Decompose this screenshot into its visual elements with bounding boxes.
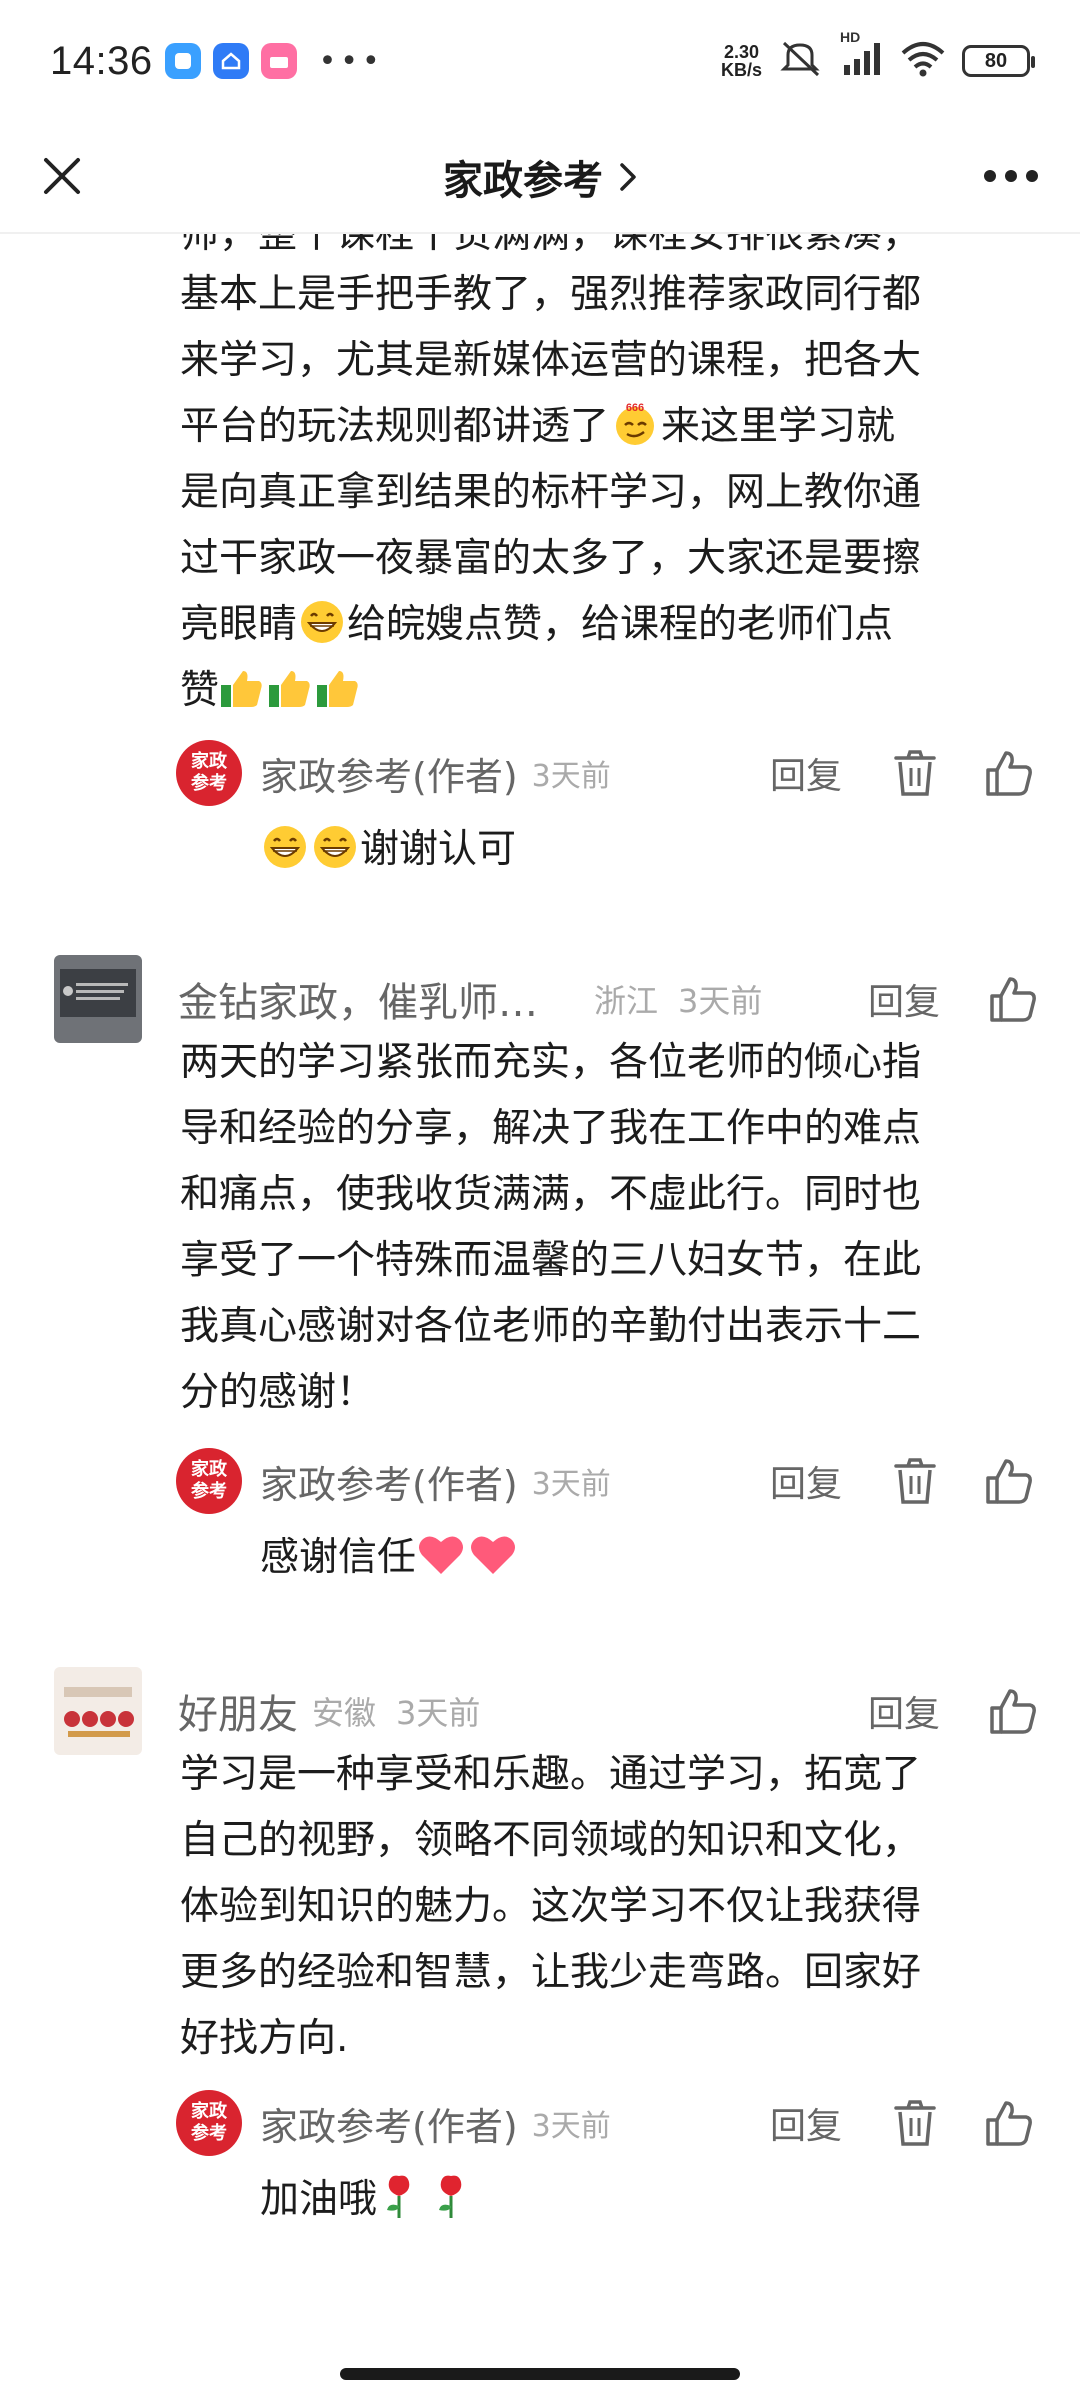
comment-location: 浙江 [594,982,659,1020]
emoji-666-icon: 666 [611,399,659,447]
author-avatar[interactable]: 家政 参考 [176,2090,242,2156]
comment-line: 更多的经验和智慧，让我少走弯路。回家好 [180,1950,922,1995]
comment-line: 导和经验的分享，解决了我在工作中的难点 [180,1106,922,1151]
battery-indicator: 80 [962,45,1035,77]
more-icon [984,170,1038,182]
comment-line: 享受了一个特殊而温馨的三八妇女节，在此 [180,1238,922,1283]
comment-body: 两天的学习紧张而充实，各位老师的倾心指 导和经验的分享，解决了我在工作中的难点 … [180,1030,1040,1426]
reply-author-name[interactable]: 家政参考(作者) [260,2096,518,2151]
comment-line: 是向真正拿到结果的标杆学习，网上教你通 [180,470,922,515]
wifi-icon [900,41,946,81]
reply-button[interactable]: 回复 [770,747,842,799]
thumbs-up-emoji-icon [267,664,313,707]
thumbs-up-emoji-icon [315,664,361,707]
comment-user-name[interactable]: 金钻家政，催乳师… [178,970,538,1028]
top-nav-bar: 家政参考 [0,122,1080,234]
comment-line-cut: 师，整个课程干货满满，课程安排很紧凑， [180,234,922,257]
grin-emoji-icon [312,824,358,870]
mute-icon [778,39,824,83]
home-indicator[interactable] [340,2368,740,2380]
thumbs-up-icon [986,1459,1032,1504]
reply-time: 3天前 [531,759,611,794]
comment-user-name[interactable]: 好朋友 [178,1682,298,1740]
comment-body: 学习是一种享受和乐趣。通过学习，拓宽了 自己的视野，领略不同领域的知识和文化， … [180,1742,1040,2072]
comment-list[interactable]: 师，整个课程干货满满，课程安排很紧凑， 基本上是手把手教了，强烈推荐家政同行都 … [0,234,1080,2354]
like-button[interactable] [986,972,1040,1026]
comment-time: 3天前 [678,982,763,1020]
comment-line: 自己的视野，领略不同领域的知识和文化， [180,1818,922,1863]
trash-icon [894,1458,936,1504]
author-reply-header: 家政 参考 家政参考(作者) 3天前 回复 [176,738,1036,808]
avatar[interactable] [54,955,142,1043]
signal-icon: HD [840,29,884,81]
author-reply-header: 家政 参考 家政参考(作者) 3天前 回复 [176,2088,1036,2158]
thumbs-up-emoji-icon [219,664,265,707]
notification-shop-icon [260,43,297,79]
comment-line: 好找方向. [180,2016,349,2061]
reply-text: 感谢信任 [260,1528,1020,1588]
comment-line: 过干家政一夜暴富的太多了，大家还是要擦 [180,536,922,581]
trash-icon [894,2100,936,2146]
like-button[interactable] [986,1684,1040,1738]
comment-line: 两天的学习紧张而充实，各位老师的倾心指 [180,1040,922,1085]
delete-button[interactable] [888,746,942,800]
page-title-link[interactable]: 家政参考 [443,148,637,206]
author-reply-header: 家政 参考 家政参考(作者) 3天前 回复 [176,1446,1036,1516]
svg-text:666: 666 [626,402,644,414]
reply-button[interactable]: 回复 [868,973,940,1025]
comment-line: 来学习，尤其是新媒体运营的课程，把各大 [180,338,922,383]
comment-line: 平台的玩法规则都讲透了 666 来这里学习就 [180,394,1040,460]
thumbs-up-icon [990,977,1036,1022]
like-button[interactable] [982,746,1036,800]
like-button[interactable] [982,1454,1036,1508]
close-button[interactable] [32,146,92,206]
rose-emoji-icon [431,2172,471,2220]
more-options-button[interactable] [976,146,1046,206]
reply-time: 3天前 [531,2109,611,2144]
rose-emoji-icon [379,2172,419,2220]
like-button[interactable] [982,2096,1036,2150]
reply-button[interactable]: 回复 [868,1685,940,1737]
delete-button[interactable] [888,2096,942,2150]
reply-text: 加油哦 [260,2170,1020,2230]
reply-author-name[interactable]: 家政参考(作者) [260,746,518,801]
reply-button[interactable]: 回复 [770,2097,842,2149]
author-avatar[interactable]: 家政 参考 [176,1448,242,1514]
comment-location: 安徽 [312,1694,377,1732]
reply-time: 3天前 [531,1467,611,1502]
avatar[interactable] [54,1667,142,1755]
chevron-right-icon [620,163,636,191]
thumbs-up-icon [986,751,1032,796]
status-time: 14:36 [50,38,153,83]
heart-emoji-icon [468,1532,518,1578]
heart-emoji-icon [416,1532,466,1578]
thumbs-up-icon [986,2101,1032,2146]
comment-line: 和痛点，使我收货满满，不虚此行。同时也 [180,1172,922,1217]
comment-line: 基本上是手把手教了，强烈推荐家政同行都 [180,272,922,317]
reply-button[interactable]: 回复 [770,1455,842,1507]
comment-body-partial: 师，整个课程干货满满，课程安排很紧凑， 基本上是手把手教了，强烈推荐家政同行都 … [180,234,1040,724]
comment-time: 3天前 [396,1694,481,1732]
close-icon [44,158,80,194]
reply-text: 谢谢认可 [260,820,1020,880]
comment-line: 亮眼睛 给皖嫂点赞，给课程的老师们点 [180,592,1040,658]
comment-line: 体验到知识的魅力。这次学习不仅让我获得 [180,1884,922,1929]
notification-app-icon [164,43,201,79]
trash-icon [894,750,936,796]
comment-line: 我真心感谢对各位老师的辛勤付出表示十二 [180,1304,922,1349]
more-notifications-icon: ••• [318,43,384,79]
grin-emoji-icon [262,824,308,870]
reply-author-name[interactable]: 家政参考(作者) [260,1454,518,1509]
notification-home-icon [212,43,249,79]
grin-emoji-icon [299,599,345,645]
comment-line: 分的感谢！ [180,1370,376,1415]
status-bar: 14:36 ••• 2.30 KB/s HD 80 [0,0,1080,122]
comment-line: 赞 [180,658,1040,724]
network-speed: 2.30 KB/s [720,42,762,80]
delete-button[interactable] [888,1454,942,1508]
page-title: 家政参考 [443,158,603,204]
comment-line: 学习是一种享受和乐趣。通过学习，拓宽了 [180,1752,922,1797]
thumbs-up-icon [990,1689,1036,1734]
author-avatar[interactable]: 家政 参考 [176,740,242,806]
